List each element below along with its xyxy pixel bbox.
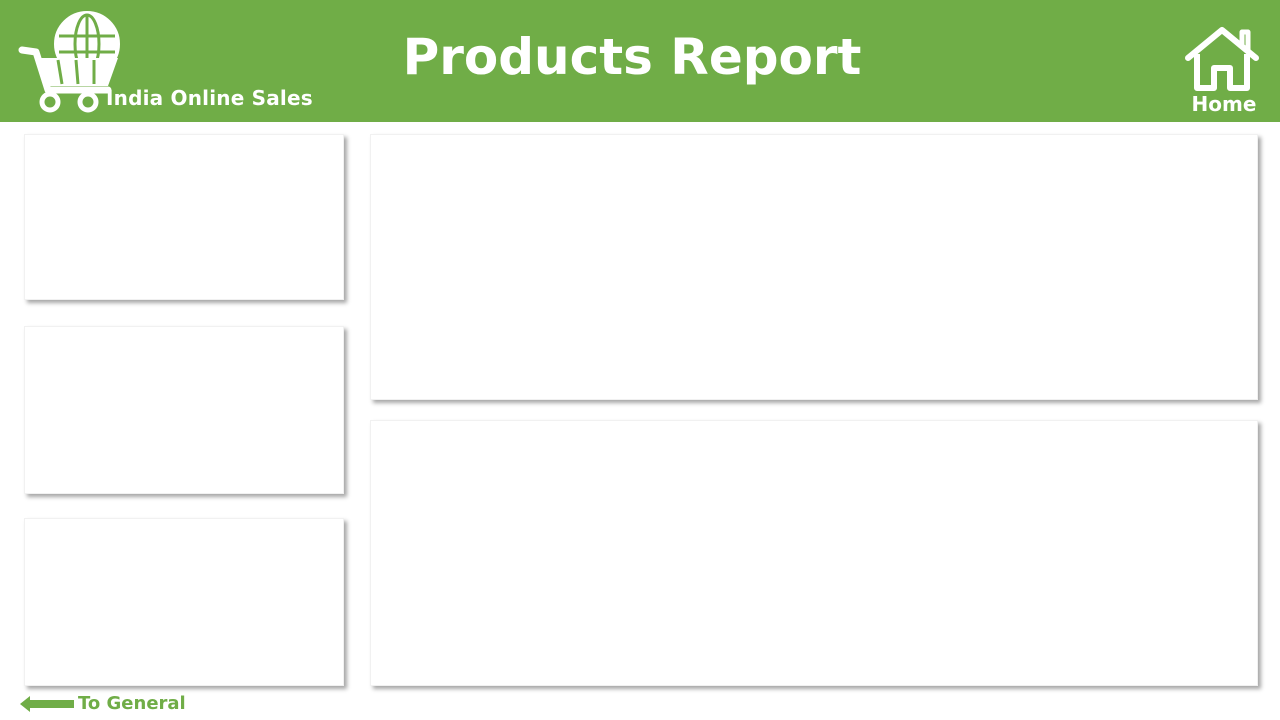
home-button[interactable]: Home [1180,18,1266,118]
products-report-page: India Online Sales Products Report Home … [0,0,1280,720]
kpi-card-1 [24,134,344,300]
left-arrow-icon [20,695,76,713]
brand-name: India Online Sales [106,86,313,110]
page-title: Products Report [402,28,862,86]
kpi-card-3 [24,518,344,686]
house-icon [1184,24,1260,92]
header-bar: India Online Sales Products Report Home [0,0,1280,122]
to-general-label: To General [78,693,186,714]
to-general-link[interactable]: To General [20,692,210,716]
main-chart-panel-top [370,134,1258,400]
kpi-card-2 [24,326,344,494]
main-chart-panel-bottom [370,420,1258,686]
home-label: Home [1191,92,1257,116]
